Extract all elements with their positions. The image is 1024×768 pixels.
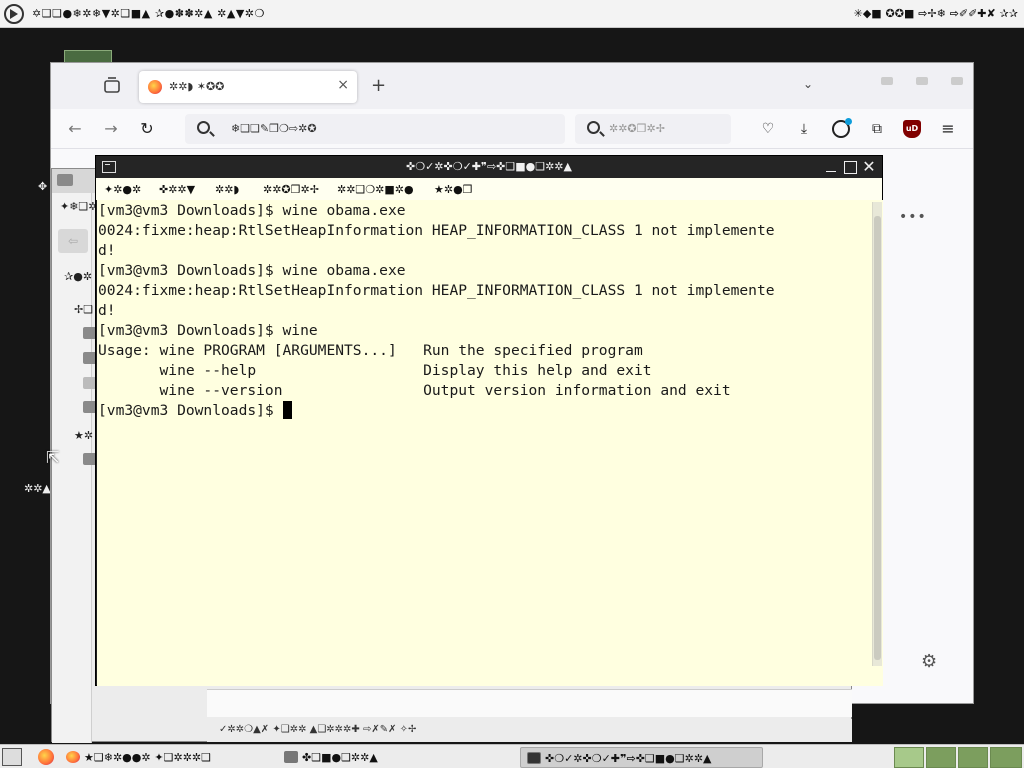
show-desktop-icon[interactable] — [2, 748, 22, 766]
terminal-line: Usage: wine PROGRAM [ARGUMENTS...] Run t… — [98, 342, 643, 359]
menu-edit[interactable]: ✜✲✲▼ — [159, 183, 195, 196]
top-panel: ✡❑❏●❄✲❄▼✲❑■▲ ✰●✽✽✲▲ ✲▲▼✲❍ ✳◆■ ✪✪■ ⇨✢❄ ⇨✐… — [0, 0, 1024, 28]
back-button[interactable]: ⇦ — [58, 229, 88, 253]
terminal-line: wine --version Output version informatio… — [98, 382, 731, 399]
search-input[interactable]: ✲✲✪❒✲✢ — [575, 114, 731, 144]
firefox-launcher-icon[interactable] — [38, 749, 54, 765]
desktop-fragment: ✥ — [38, 180, 48, 193]
download-icon[interactable]: ⤓ — [795, 120, 813, 138]
menu-search[interactable]: ✲✲✪❒✲✢ — [263, 183, 319, 196]
terminal-line: wine --help Display this help and exit — [98, 362, 652, 379]
account-icon[interactable] — [832, 118, 852, 138]
hamburger-menu-icon[interactable]: ≡ — [939, 120, 957, 138]
file-manager-content — [207, 689, 852, 717]
terminal-menubar: ✦✲●✲ ✜✲✲▼ ✲✲◗ ✲✲✪❒✲✢ ✲✲❑❍✲■✲● ★✲●❒ — [96, 178, 882, 200]
terminal-line: [vm3@vm3 Downloads]$ wine obama.exe — [98, 262, 406, 279]
firefox-favicon-icon — [148, 80, 162, 94]
new-tab-button[interactable]: + — [371, 75, 386, 96]
sidebar-item[interactable]: ✦❄❑✲ — [60, 200, 98, 213]
nav-bar: ← → ↻ ❄❑❏✎❒❍⇨✲✪ ✲✲✪❒✲✢ ♡ ⤓ ⧉ uD ≡ — [51, 109, 973, 149]
terminal-line: [vm3@vm3 Downloads]$ wine — [98, 322, 318, 339]
url-bar[interactable]: ❄❑❏✎❒❍⇨✲✪ — [185, 114, 565, 144]
workspace-1[interactable] — [894, 747, 924, 768]
taskbar-item-files[interactable]: ✤❑■●❑✲✲▲ — [278, 747, 508, 768]
text-cursor — [282, 401, 292, 419]
workspace-4[interactable] — [990, 747, 1022, 768]
terminal-line: d! — [98, 302, 116, 319]
top-panel-menu[interactable]: ✡❑❏●❄✲❄▼✲❑■▲ ✰●✽✽✲▲ ✲▲▼✲❍ — [32, 7, 265, 20]
terminal-prompt: [vm3@vm3 Downloads]$ — [98, 402, 283, 419]
file-manager-statusbar: ✓✲✲❍▲✗ ✦❑✲✲ ▲❑✲✲✲✚ ⇨✗✎✗ ✧✢ — [207, 719, 852, 742]
maximize-button[interactable] — [916, 77, 928, 85]
folder-icon — [284, 751, 298, 763]
desktop-fragment: ✲✲▲ — [24, 482, 51, 495]
menu-help[interactable]: ★✲●❒ — [434, 183, 473, 196]
workspace-3[interactable] — [958, 747, 988, 768]
menu-view[interactable]: ✲✲◗ — [215, 183, 239, 196]
taskbar-item-label: ★❑❄✲●●✲ ✦❑✲✲✲❑ — [84, 751, 211, 764]
tab-bar: ✲✲◗ ✶✪✪ × + ⌄ — [51, 63, 973, 109]
scrollbar[interactable] — [872, 202, 882, 666]
mouse-pointer-icon: ⇱ — [46, 448, 60, 467]
terminal-titlebar[interactable]: ✜❍✓✲✜❍✓✚❞⇨✜❑■●❑✲✲▲ ✕ — [96, 156, 882, 178]
search-placeholder: ✲✲✪❒✲✢ — [609, 122, 665, 135]
sidebar-item[interactable]: ✢❑ — [74, 303, 93, 316]
terminal-text: [vm3@vm3 Downloads]$ wine obama.exe 0024:… — [98, 201, 868, 421]
terminal-prompt-line: [vm3@vm3 Downloads]$ — [98, 401, 868, 421]
gear-icon[interactable]: ⚙ — [921, 651, 937, 672]
close-tab-icon[interactable]: × — [337, 77, 349, 93]
back-button[interactable]: ← — [65, 119, 85, 139]
sidebar-item[interactable]: ✰●✲ — [64, 270, 92, 283]
menu-terminal[interactable]: ✲✲❑❍✲■✲● — [337, 183, 414, 196]
taskbar-item-firefox[interactable]: ★❑❄✲●●✲ ✦❑✲✲✲❑ — [60, 747, 270, 768]
browser-tab[interactable]: ✲✲◗ ✶✪✪ × — [139, 71, 357, 103]
tab-title: ✲✲◗ ✶✪✪ — [169, 80, 225, 93]
app-menu-icon[interactable] — [4, 4, 24, 24]
close-icon[interactable]: ✕ — [861, 159, 877, 175]
terminal-output[interactable]: [vm3@vm3 Downloads]$ wine obama.exe 0024:… — [97, 200, 883, 686]
tab-dropdown-icon[interactable]: ⌄ — [803, 77, 813, 91]
maximize-button[interactable] — [842, 159, 858, 175]
pocket-icon[interactable]: ♡ — [759, 120, 777, 138]
list-tabs-icon[interactable] — [103, 76, 121, 94]
taskbar-item-terminal[interactable]: ✜❍✓✲✜❍✓✚❞⇨✜❑■●❑✲✲▲ — [520, 747, 763, 768]
forward-button[interactable]: → — [101, 119, 121, 139]
taskbar: ★❑❄✲●●✲ ✦❑✲✲✲❑ ✤❑■●❑✲✲▲ ✜❍✓✲✜❍✓✚❞⇨✜❑■●❑✲… — [0, 744, 1024, 768]
scrollbar-thumb[interactable] — [874, 216, 881, 660]
taskbar-item-label: ✤❑■●❑✲✲▲ — [302, 751, 378, 764]
search-icon — [587, 121, 600, 134]
folder-icon — [57, 174, 73, 186]
status-text: ✓✲✲❍▲✗ ✦❑✲✲ ▲❑✲✲✲✚ ⇨✗✎✗ ✧✢ — [219, 724, 417, 735]
extensions-icon[interactable]: ⧉ — [868, 120, 886, 138]
reload-button[interactable]: ↻ — [137, 119, 157, 139]
search-icon — [197, 121, 210, 134]
top-panel-status[interactable]: ✳◆■ ✪✪■ ⇨✢❄ ⇨✐✐✚✘ ✰✰ — [854, 7, 1018, 20]
minimize-button[interactable] — [881, 77, 893, 85]
terminal-title: ✜❍✓✲✜❍✓✚❞⇨✜❑■●❑✲✲▲ — [406, 160, 572, 173]
sidebar-item[interactable]: ★✲ — [74, 429, 93, 442]
terminal-line: 0024:fixme:heap:RtlSetHeapInformation HE… — [98, 222, 775, 239]
terminal-line: 0024:fixme:heap:RtlSetHeapInformation HE… — [98, 282, 775, 299]
minimize-button[interactable] — [823, 159, 839, 175]
menu-file[interactable]: ✦✲●✲ — [104, 183, 141, 196]
terminal-line: d! — [98, 242, 116, 259]
firefox-icon — [66, 751, 80, 763]
workspace-2[interactable] — [926, 747, 956, 768]
taskbar-item-label: ✜❍✓✲✜❍✓✚❞⇨✜❑■●❑✲✲▲ — [545, 752, 712, 765]
ublock-icon[interactable]: uD — [903, 120, 921, 138]
terminal-window: ✜❍✓✲✜❍✓✚❞⇨✜❑■●❑✲✲▲ ✕ ✦✲●✲ ✜✲✲▼ ✲✲◗ ✲✲✪❒✲… — [95, 155, 883, 686]
terminal-icon — [527, 752, 541, 764]
close-button[interactable] — [951, 77, 963, 85]
more-options-icon[interactable]: ••• — [899, 209, 927, 225]
terminal-line: [vm3@vm3 Downloads]$ wine obama.exe — [98, 202, 406, 219]
url-text: ❄❑❏✎❒❍⇨✲✪ — [231, 122, 317, 135]
